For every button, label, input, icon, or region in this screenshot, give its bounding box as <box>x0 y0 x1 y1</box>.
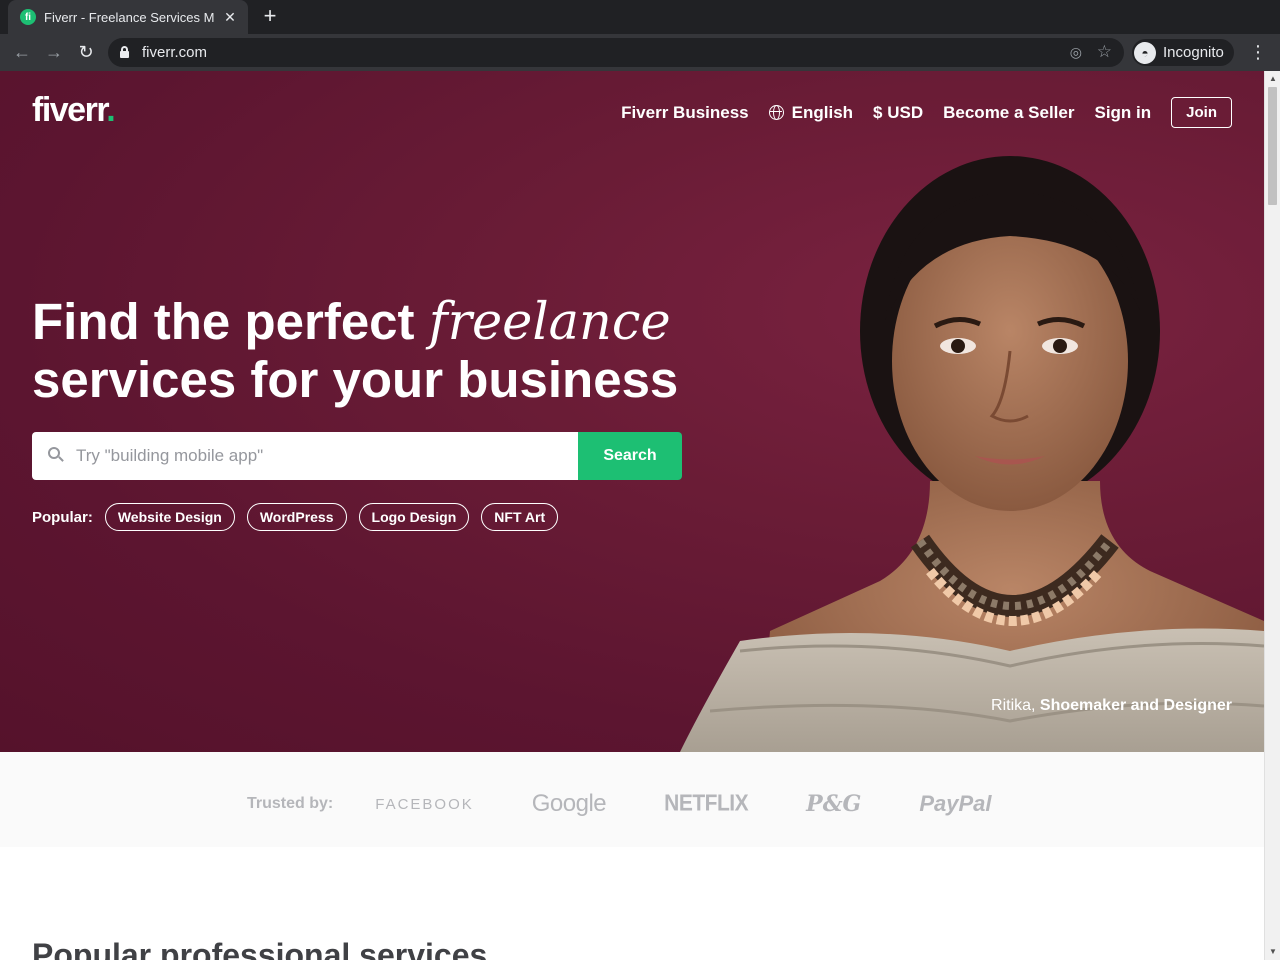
logo-dot: . <box>106 91 115 129</box>
popular-tag-wordpress[interactable]: WordPress <box>246 503 347 531</box>
incognito-label: Incognito <box>1163 44 1224 61</box>
hero-section: fiverr. Fiverr Business English $ USD Be… <box>0 71 1264 752</box>
google-logo: Google <box>531 790 607 817</box>
scroll-down-arrow-icon[interactable]: ▼ <box>1265 944 1280 960</box>
address-url[interactable]: fiverr.com <box>142 44 207 61</box>
browser-menu-icon[interactable]: ⋮ <box>1248 40 1268 64</box>
popular-tags: Popular: Website Design WordPress Logo D… <box>32 503 570 531</box>
forward-arrow-icon[interactable]: → <box>42 40 66 64</box>
search-button[interactable]: Search <box>578 432 682 480</box>
tab-title: Fiverr - Freelance Services Marketplace <box>44 9 214 25</box>
incognito-profile-button[interactable]: ◓ Incognito <box>1132 39 1234 66</box>
facebook-logo: FACEBOOK <box>375 795 474 813</box>
popular-tag-logo-design[interactable]: Logo Design <box>358 503 470 531</box>
paypal-logo: PayPal <box>919 791 992 816</box>
caption-role: Shoemaker and Designer <box>1039 697 1232 714</box>
join-button[interactable]: Join <box>1171 97 1232 128</box>
new-tab-button[interactable]: + <box>258 5 282 29</box>
caption-name: Ritika, <box>991 697 1036 714</box>
page-viewport: fiverr. Fiverr Business English $ USD Be… <box>0 71 1264 960</box>
bookmark-star-icon[interactable]: ☆ <box>1097 42 1112 62</box>
popular-tag-nft-art[interactable]: NFT Art <box>481 503 559 531</box>
headline-emphasis: freelance <box>428 293 671 352</box>
trusted-by-bar: Trusted by: FACEBOOK Google NETFLIX P&G … <box>0 752 1264 847</box>
hero-search-bar: Search <box>32 432 682 480</box>
nav-language[interactable]: English <box>768 102 854 123</box>
nav-fiverr-business[interactable]: Fiverr Business <box>621 103 749 123</box>
page-scrollbar[interactable]: ▲ ▼ <box>1264 71 1280 960</box>
search-box[interactable] <box>32 432 578 480</box>
fiverr-favicon-icon: fi <box>20 9 36 25</box>
globe-icon <box>768 105 784 120</box>
nav-sign-in[interactable]: Sign in <box>1094 103 1151 123</box>
netflix-logo: NETFLIX <box>664 790 749 817</box>
close-tab-icon[interactable]: ✕ <box>222 9 238 26</box>
headline-line2: services for your business <box>32 351 679 408</box>
popular-services-title: Popular professional services <box>32 937 488 960</box>
scroll-up-arrow-icon[interactable]: ▲ <box>1265 71 1280 87</box>
language-label: English <box>791 102 854 122</box>
hero-caption: Ritika, Shoemaker and Designer <box>991 697 1232 715</box>
popular-label: Popular: <box>32 508 93 526</box>
pg-logo: P&G <box>806 791 862 817</box>
incognito-icon: ◓ <box>1134 41 1156 64</box>
search-icon <box>48 447 64 462</box>
logo-text: fiverr <box>32 91 108 129</box>
browser-tab[interactable]: fi Fiverr - Freelance Services Marketpla… <box>8 0 248 34</box>
scrollbar-thumb[interactable] <box>1268 87 1277 205</box>
fiverr-logo[interactable]: fiverr. <box>32 91 116 130</box>
reload-icon[interactable]: ↻ <box>74 40 98 64</box>
popular-tag-website-design[interactable]: Website Design <box>104 503 235 531</box>
hero-headline: Find the perfect freelance services for … <box>32 293 712 408</box>
browser-toolbar: ← → ↻ fiverr.com ◎ ☆ ◓ Incognito ⋮ <box>0 34 1280 71</box>
nav-become-seller[interactable]: Become a Seller <box>943 103 1074 123</box>
hero-portrait-image <box>680 156 1264 752</box>
browser-tab-bar: fi Fiverr - Freelance Services Marketpla… <box>0 0 1280 34</box>
trusted-by-label: Trusted by: <box>247 795 334 812</box>
top-navigation: Fiverr Business English $ USD Become a S… <box>601 97 1232 128</box>
lock-icon[interactable] <box>120 46 129 58</box>
nav-currency[interactable]: $ USD <box>873 103 923 123</box>
back-arrow-icon[interactable]: ← <box>10 40 34 64</box>
eye-slash-icon[interactable]: ◎ <box>1070 44 1082 61</box>
headline-line1: Find the perfect <box>32 293 429 350</box>
address-bar[interactable]: fiverr.com ◎ ☆ <box>108 38 1124 67</box>
search-input[interactable] <box>76 432 566 480</box>
